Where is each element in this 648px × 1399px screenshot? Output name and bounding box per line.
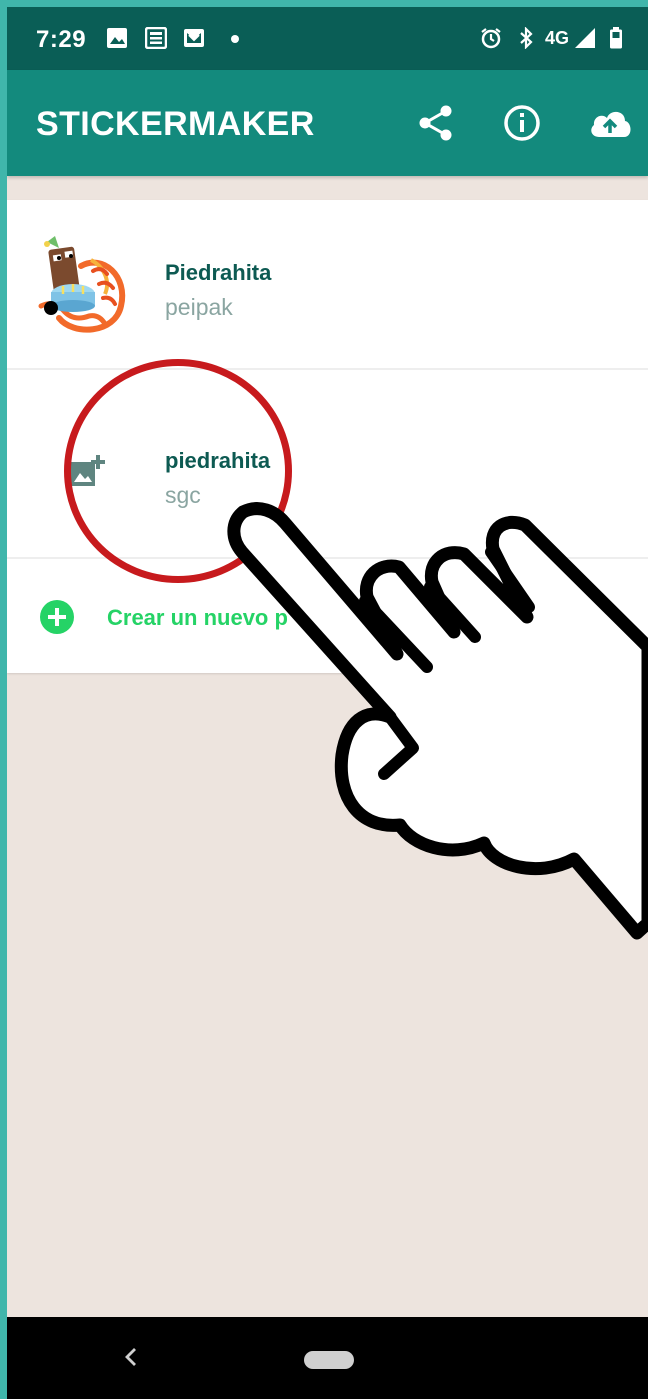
navigation-bar: [7, 1317, 648, 1399]
info-icon[interactable]: [502, 103, 542, 143]
app-bar: STICKERMAKER: [7, 70, 648, 176]
bluetooth-icon: [520, 27, 533, 49]
status-bar: 7:29 4G: [7, 7, 648, 70]
create-pack-label: Crear un nuevo p: [107, 605, 288, 630]
mail-icon: [184, 29, 204, 47]
highlight-circle: [64, 359, 292, 583]
sticker-thumbnail: [38, 236, 126, 333]
app-title: STICKERMAKER: [36, 105, 315, 143]
sticker-pack-row[interactable]: Piedrahita peipak: [7, 200, 648, 370]
app-screen: 7:29 4G STICKERMAKER Piedrahita peipak p…: [7, 7, 648, 1399]
share-icon[interactable]: [416, 103, 456, 143]
pack-name: Piedrahita: [165, 260, 272, 285]
signal-icon: [575, 28, 595, 48]
create-pack-button[interactable]: Crear un nuevo p: [7, 559, 648, 673]
battery-icon: [610, 27, 622, 49]
alarm-icon: [481, 28, 501, 49]
image-icon: [107, 28, 127, 48]
back-icon[interactable]: [119, 1345, 143, 1369]
home-button[interactable]: [304, 1351, 354, 1369]
network-type: 4G: [545, 28, 570, 48]
notification-dot: [231, 35, 239, 43]
status-time: 7:29: [36, 26, 87, 53]
cloud-upload-icon[interactable]: [587, 103, 633, 143]
add-circle-icon: [40, 600, 74, 634]
news-icon: [145, 27, 167, 49]
pack-publisher: peipak: [165, 294, 233, 320]
